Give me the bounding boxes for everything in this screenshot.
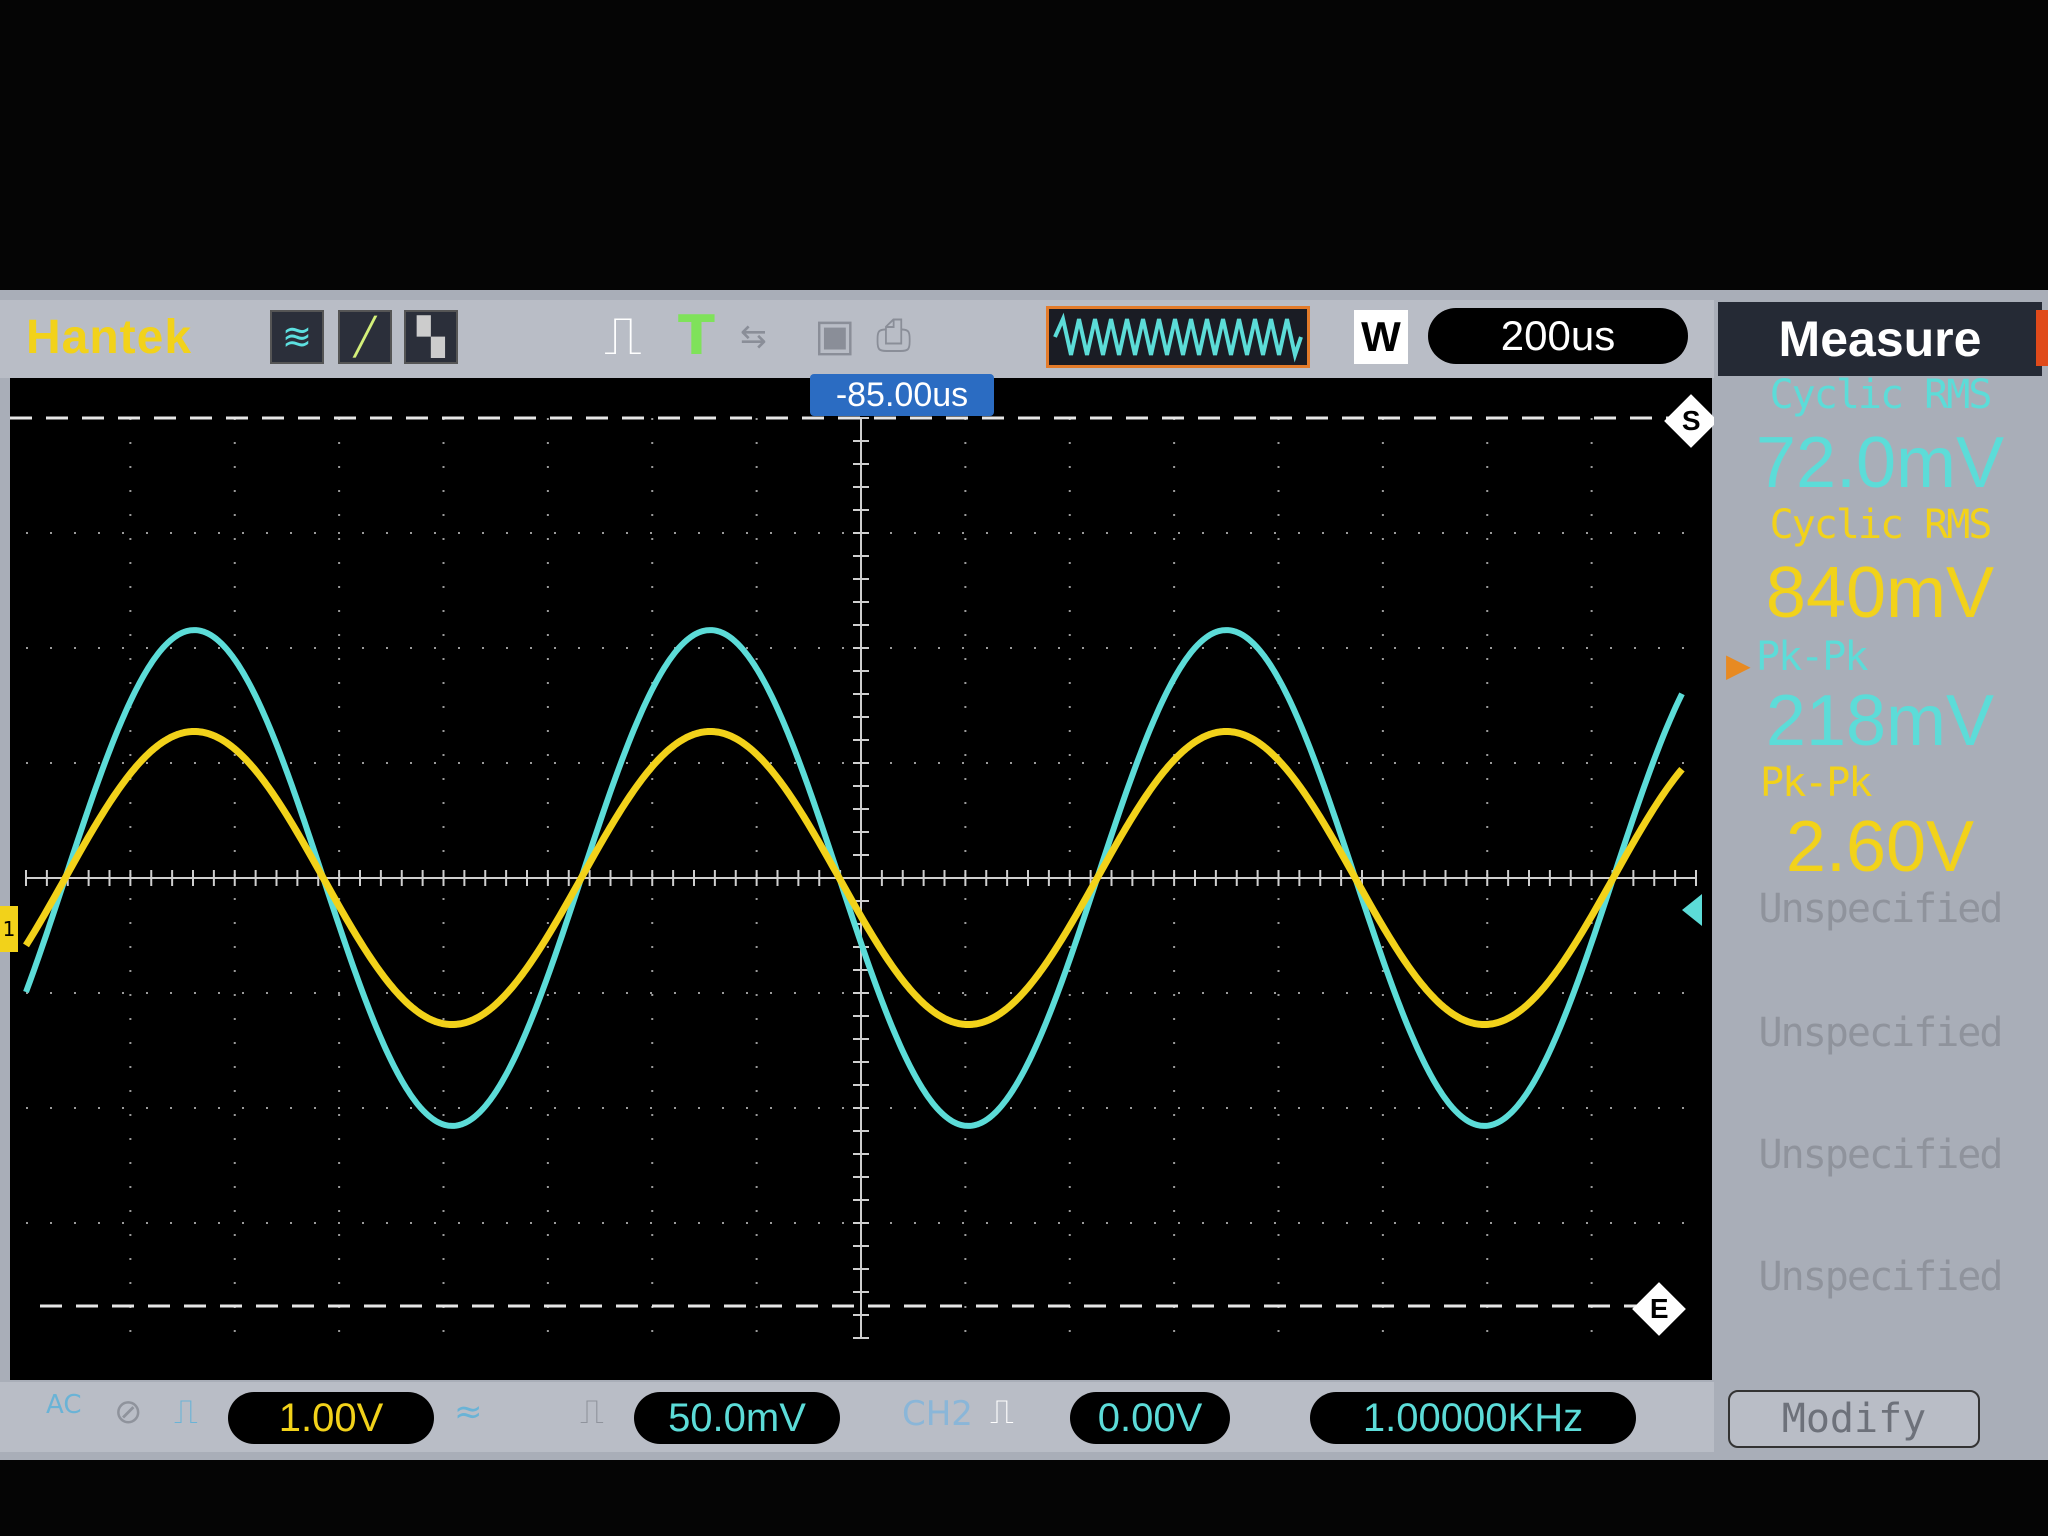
ch2-coupling-icon: ≈: [454, 1392, 483, 1432]
trigger-position-readout[interactable]: -85.00us: [810, 374, 994, 416]
buffer-waveform-icon: [1053, 312, 1303, 363]
ch1-scale-readout[interactable]: 1.00V: [228, 1392, 434, 1444]
measure-label-4: Pk-Pk: [1760, 760, 1872, 806]
brand-logo: Hantek: [26, 311, 193, 364]
modify-button[interactable]: Modify: [1728, 1390, 1980, 1448]
selected-item-arrow-icon: ▶: [1726, 646, 1751, 684]
measure-label-7[interactable]: Unspecified: [1720, 1132, 2040, 1178]
trigger-source-label[interactable]: CH2: [902, 1394, 973, 1434]
ch1-coupling-label[interactable]: AC: [46, 1390, 81, 1420]
trigger-level-readout[interactable]: 0.00V: [1070, 1392, 1230, 1444]
measure-value-3: 218mV: [1765, 681, 1995, 761]
measure-title[interactable]: Measure: [1718, 302, 2042, 376]
timebase-readout[interactable]: 200us: [1428, 308, 1688, 364]
pulse-icon: ⎍: [604, 304, 642, 367]
trigger-slope-icon[interactable]: ╱: [338, 310, 392, 364]
measure-value-1: 72.0mV: [1755, 423, 2005, 503]
disk-icon: ▣: [814, 310, 856, 361]
bezel-top: [0, 0, 2048, 290]
usb-icon: ⇆: [740, 317, 767, 355]
frequency-readout: 1.00000KHz: [1310, 1392, 1636, 1444]
measure-label-6[interactable]: Unspecified: [1720, 1010, 2040, 1056]
measure-label-8[interactable]: Unspecified: [1720, 1254, 2040, 1300]
run-status-icon: T: [678, 304, 715, 367]
bezel-bottom: [0, 1460, 2048, 1536]
measure-label-2: Cyclic RMS: [1769, 502, 1993, 548]
ch1-probe-icon: ⎍: [174, 1392, 198, 1432]
measure-value-4: 2.60V: [1785, 807, 1975, 887]
trigger-edge-icon: ⎍: [990, 1392, 1014, 1432]
printer-icon: ⎙: [876, 310, 912, 361]
ch2-scale-readout[interactable]: 50.0mV: [634, 1392, 840, 1444]
graticule: [10, 378, 1712, 1380]
measure-label-1: Cyclic RMS: [1769, 372, 1993, 418]
memory-buffer-view[interactable]: [1046, 306, 1310, 368]
waveform-mode-icon[interactable]: ≋: [270, 310, 324, 364]
menu-accent: [2036, 310, 2048, 366]
bandwidth-limit-icon: ⊘: [114, 1392, 143, 1432]
measure-value-2: 840mV: [1765, 553, 1995, 633]
ch1-ground-marker[interactable]: 1: [0, 906, 18, 952]
measure-label-5[interactable]: Unspecified: [1720, 886, 2040, 932]
waveform-display: [10, 416, 1702, 1339]
ch2-probe-icon: ⎍: [580, 1392, 604, 1432]
ch2-level-marker: [1682, 894, 1702, 926]
acquire-icon[interactable]: ▚: [404, 310, 458, 364]
measure-label-3: Pk-Pk: [1756, 634, 1868, 680]
buffer-window-button[interactable]: W: [1354, 310, 1408, 364]
